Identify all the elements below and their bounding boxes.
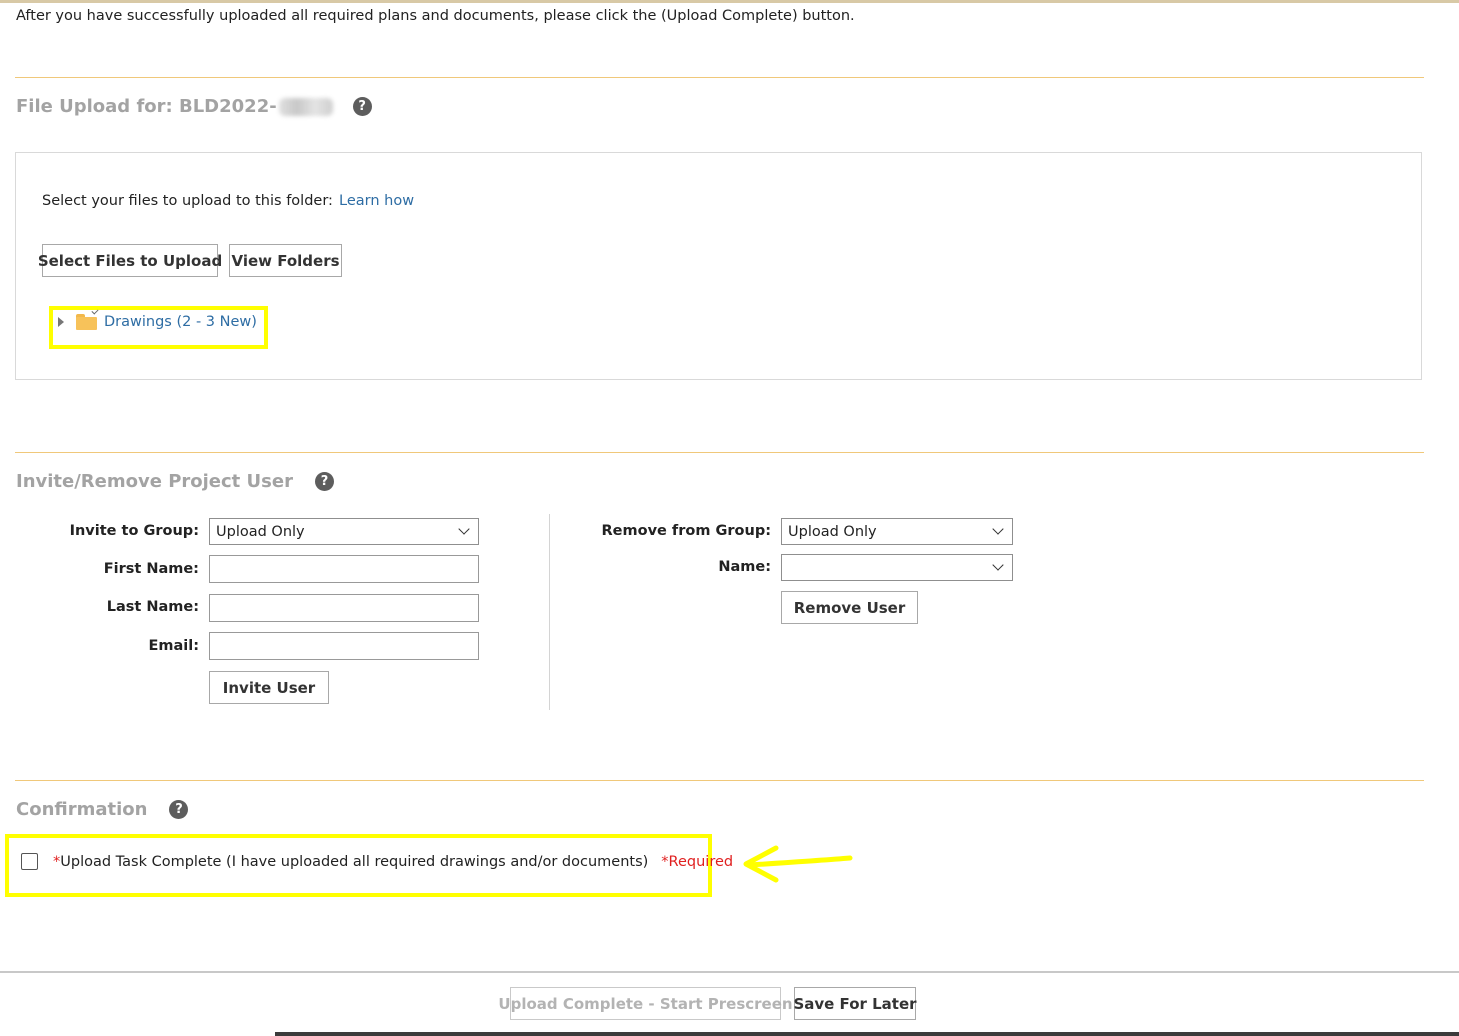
invite-group-label: Invite to Group: <box>69 523 199 539</box>
invite-group-select[interactable]: Upload Only <box>209 518 479 545</box>
select-files-instruction: Select your files to upload to this fold… <box>42 193 333 209</box>
upload-complete-label[interactable]: Upload Task Complete (I have uploaded al… <box>60 854 648 870</box>
view-folders-button[interactable]: View Folders <box>229 244 342 277</box>
remove-group-select[interactable]: Upload Only <box>781 518 1013 545</box>
column-divider <box>549 514 550 710</box>
help-icon[interactable]: ? <box>314 472 334 491</box>
file-upload-title-text: File Upload for: BLD2022- <box>16 96 277 117</box>
footer-divider <box>0 971 1459 973</box>
required-indicator: *Required <box>661 853 734 870</box>
invite-section-title: Invite/Remove Project User ? <box>16 471 334 492</box>
select-files-button[interactable]: Select Files to Upload <box>38 244 222 277</box>
section-divider <box>15 77 1424 78</box>
remove-group-value: Upload Only <box>788 523 877 540</box>
file-upload-title: File Upload for: BLD2022- ? <box>16 96 372 117</box>
folder-link[interactable]: Drawings (2 - 3 New) <box>104 314 257 330</box>
bottom-edge <box>275 1032 1459 1036</box>
section-divider <box>15 452 1424 453</box>
chevron-down-icon <box>992 523 1004 535</box>
confirmation-title: Confirmation ? <box>16 799 189 820</box>
remove-name-select[interactable] <box>781 554 1013 581</box>
help-icon[interactable]: ? <box>352 97 372 116</box>
intro-text: After you have successfully uploaded all… <box>16 8 855 24</box>
folder-tree-item[interactable]: Drawings (2 - 3 New) <box>58 307 257 330</box>
invite-group-value: Upload Only <box>216 523 305 540</box>
save-for-later-button[interactable]: Save For Later <box>793 987 917 1020</box>
folder-icon <box>76 307 99 330</box>
last-name-field[interactable] <box>209 594 479 622</box>
remove-group-label: Remove from Group: <box>601 523 772 539</box>
invite-section-title-text: Invite/Remove Project User <box>16 471 293 492</box>
learn-how-link[interactable]: Learn how <box>339 193 414 209</box>
redacted-permit-number <box>278 97 333 116</box>
name-label: Name: <box>718 559 771 575</box>
chevron-down-icon <box>458 523 470 535</box>
last-name-label: Last Name: <box>106 599 199 615</box>
remove-user-button[interactable]: Remove User <box>781 591 918 624</box>
email-label: Email: <box>148 638 199 654</box>
confirmation-title-text: Confirmation <box>16 799 148 820</box>
arrow-left-icon <box>743 845 853 883</box>
top-border <box>0 0 1459 3</box>
caret-right-icon[interactable] <box>58 317 64 327</box>
help-icon[interactable]: ? <box>169 800 189 819</box>
invite-user-button[interactable]: Invite User <box>209 671 329 704</box>
required-star: * <box>53 853 61 870</box>
section-divider <box>15 780 1424 781</box>
first-name-field[interactable] <box>209 555 479 583</box>
upload-complete-checkbox[interactable] <box>21 853 38 870</box>
email-field[interactable] <box>209 632 479 660</box>
chevron-down-icon <box>992 559 1004 571</box>
first-name-label: First Name: <box>103 561 199 577</box>
upload-complete-confirmation: * Upload Task Complete (I have uploaded … <box>21 853 733 870</box>
upload-complete-button[interactable]: Upload Complete - Start Prescreen <box>498 987 793 1020</box>
